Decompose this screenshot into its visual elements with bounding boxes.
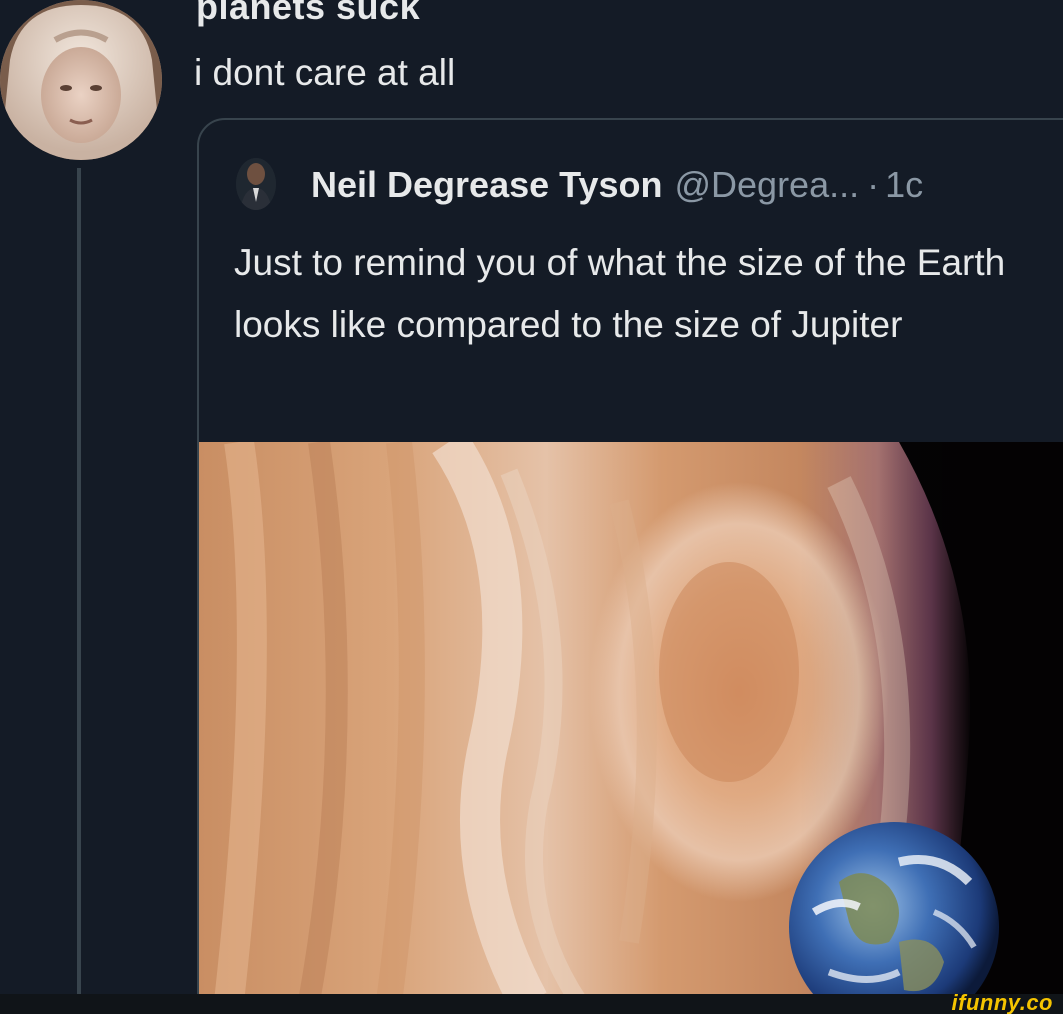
quoted-tweet-image[interactable] [199,442,1063,1002]
tweet-screenshot: planets suck i dont care at all Neil Deg… [0,0,1063,1014]
reply-author-name[interactable]: planets suck [196,0,420,28]
header-separator: · [867,164,880,205]
thread-connector-line [77,168,81,1014]
quoted-tweet-text: Just to remind you of what the size of t… [234,242,1006,345]
reply-text: i dont care at all [194,52,456,93]
quoted-tweet-header: Neil Degrease Tyson @Degrea... · 1c [311,164,923,206]
jupiter-earth-photo [199,442,1063,1002]
quoted-tweet-timestamp[interactable]: 1c [885,164,923,205]
avatar-photo-icon [0,0,162,160]
quoted-author-avatar[interactable] [236,158,276,210]
ifunny-watermark: ifunny.co [951,990,1053,1014]
person-avatar-icon [236,158,276,210]
quoted-author-handle[interactable]: @Degrea... [674,164,859,205]
quoted-author-name[interactable]: Neil Degrease Tyson [311,164,662,205]
quoted-tweet-card[interactable]: Neil Degrease Tyson @Degrea... · 1c Just to… [197,118,1063,1014]
bottom-watermark-bar: ifunny.co [0,990,1063,1014]
reply-author-avatar[interactable] [0,0,162,160]
